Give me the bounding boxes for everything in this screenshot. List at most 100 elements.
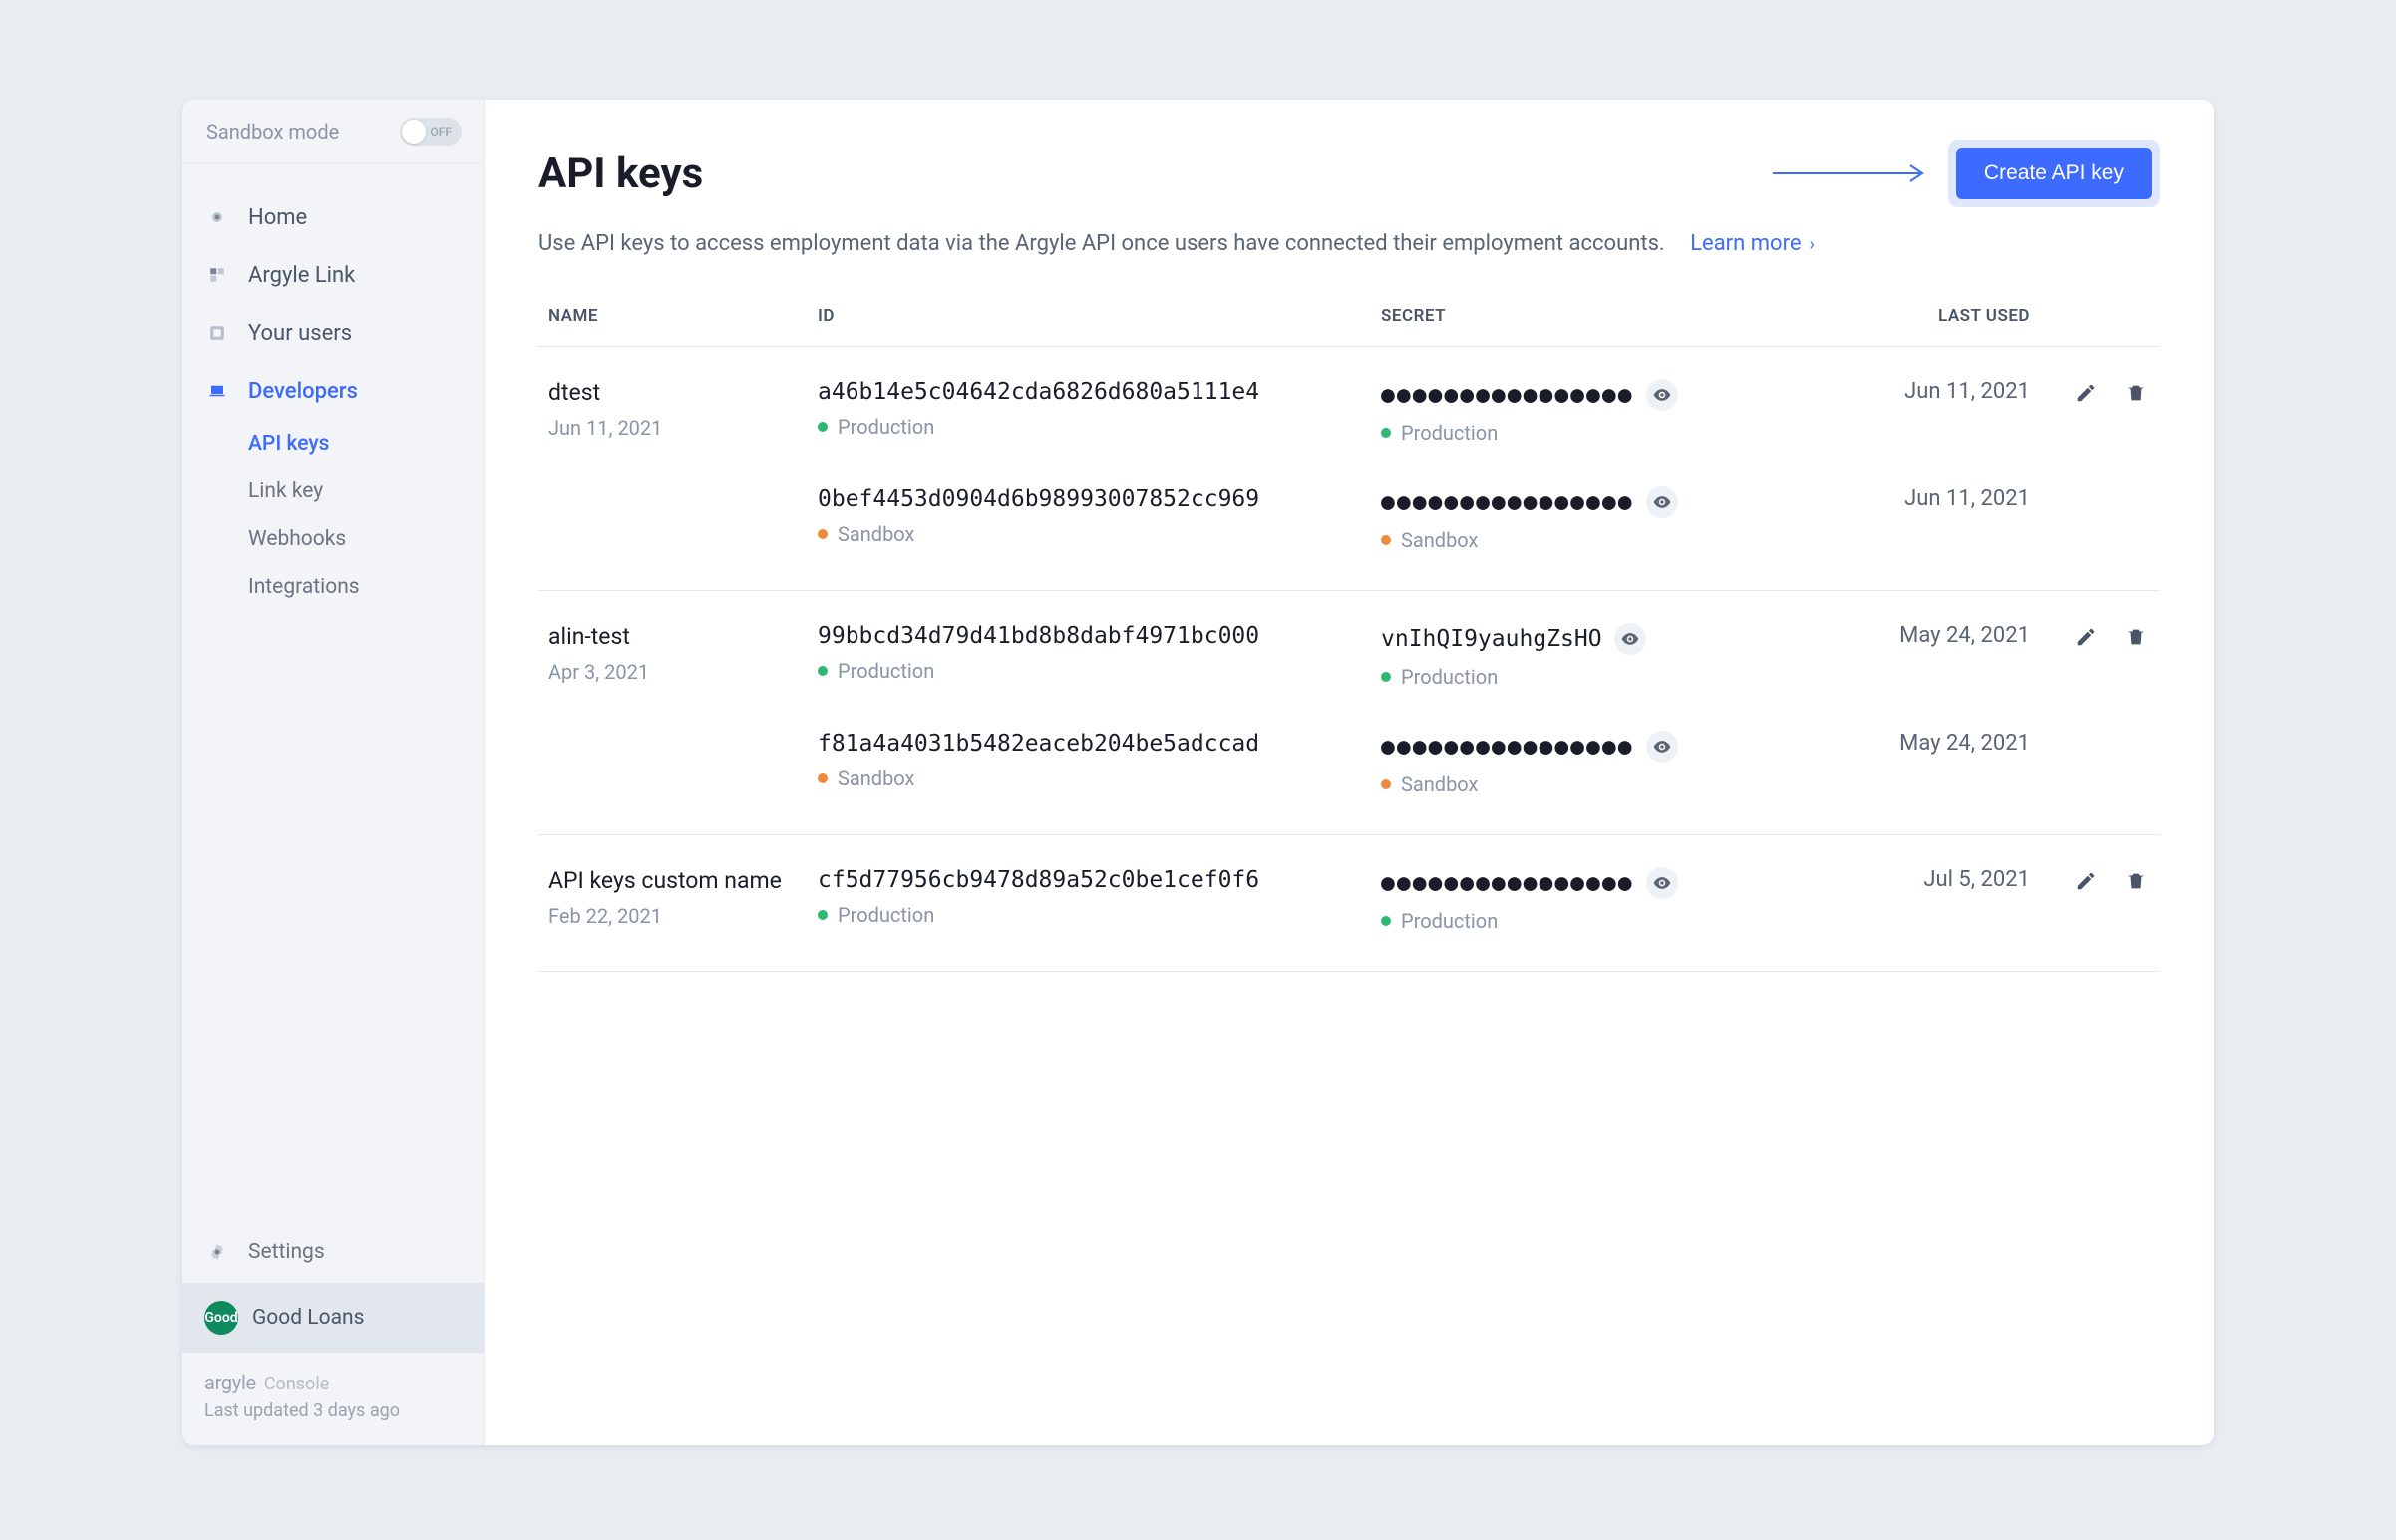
env-label: Production [838, 659, 934, 683]
reveal-secret-button[interactable] [1614, 623, 1646, 655]
subnav-item-webhooks[interactable]: Webhooks [248, 515, 484, 563]
sandbox-toggle[interactable]: OFF [400, 118, 462, 146]
secret-masked: ●●●●●●●●●●●●●●●● [1381, 489, 1634, 515]
dot-production-icon [818, 666, 828, 676]
key-id: 0bef4453d0904d6b98993007852cc969 [818, 486, 1381, 512]
key-row: API keys custom name Feb 22, 2021cf5d7795… [548, 867, 2150, 933]
nav-item-developers[interactable]: Developers [182, 362, 484, 420]
env-label: Production [1401, 421, 1498, 445]
nav-item-home[interactable]: Home [182, 188, 484, 246]
sidebar-footer: Settings Good Good Loans argyle Console … [182, 1221, 484, 1445]
key-created-date: Jun 11, 2021 [548, 416, 818, 440]
create-api-key-button[interactable]: Create API key [1956, 148, 2152, 199]
sandbox-label: Sandbox mode [206, 120, 339, 144]
key-row: 0bef4453d0904d6b98993007852cc969Sandbox●… [548, 486, 2150, 552]
main-content: API keys Create API key Use API keys to … [485, 100, 2214, 1445]
env-label: Production [1401, 909, 1498, 933]
subnav-item-integrations[interactable]: Integrations [248, 563, 484, 611]
key-group: API keys custom name Feb 22, 2021cf5d7795… [538, 835, 2160, 972]
table-header: NAME ID SECRET LAST USED [538, 306, 2160, 347]
col-secret: SECRET [1381, 306, 1894, 326]
subnav-item-link-key[interactable]: Link key [248, 467, 484, 515]
col-last-used: LAST USED [1894, 306, 2050, 326]
col-name: NAME [548, 306, 818, 326]
gear-icon [204, 1239, 230, 1265]
env-row: Production [818, 415, 1381, 439]
nav-item-users[interactable]: Your users [182, 304, 484, 362]
delete-button[interactable] [2122, 379, 2150, 407]
nav-item-argyle-link[interactable]: Argyle Link [182, 246, 484, 304]
dot-production-icon [1381, 428, 1391, 438]
env-row: Sandbox [1381, 772, 1894, 796]
env-row: Production [818, 659, 1381, 683]
nav-label: Home [248, 205, 307, 230]
env-label: Sandbox [1401, 772, 1478, 796]
create-btn-highlight: Create API key [1948, 140, 2160, 207]
reveal-secret-button[interactable] [1646, 731, 1678, 763]
nav-item-settings[interactable]: Settings [182, 1221, 484, 1283]
org-name: Good Loans [252, 1306, 364, 1330]
key-row: alin-testApr 3, 202199bbcd34d79d41bd8b8d… [548, 623, 2150, 689]
env-row: Production [818, 903, 1381, 927]
last-used: May 24, 2021 [1894, 731, 2030, 756]
chevron-right-icon: › [1810, 234, 1815, 255]
env-label: Production [838, 903, 934, 927]
users-icon [204, 320, 230, 346]
dot-production-icon [1381, 916, 1391, 926]
arrow-icon [1771, 161, 1930, 185]
dot-production-icon [1381, 672, 1391, 682]
toggle-knob [402, 120, 426, 144]
reveal-secret-button[interactable] [1646, 486, 1678, 518]
key-name: API keys custom name [548, 867, 818, 894]
brand-sub: Console [264, 1374, 329, 1394]
col-id: ID [818, 306, 1381, 326]
nav-label: Your users [248, 321, 352, 346]
secret-revealed: vnIhQI9yauhgZsHO [1381, 626, 1602, 652]
header-row: API keys Create API key [538, 140, 2160, 207]
laptop-icon [204, 378, 230, 404]
reveal-secret-button[interactable] [1646, 867, 1678, 899]
page-title: API keys [538, 150, 703, 198]
link-icon [204, 262, 230, 288]
dot-production-icon [818, 422, 828, 432]
main-nav: Home Argyle Link Your users Developers [182, 164, 484, 1221]
key-id: a46b14e5c04642cda6826d680a5111e4 [818, 379, 1381, 405]
key-name: alin-test [548, 623, 818, 650]
keys-table-body: dtestJun 11, 2021a46b14e5c04642cda6826d6… [538, 347, 2160, 972]
env-label: Sandbox [838, 522, 914, 546]
last-used: Jun 11, 2021 [1894, 486, 2030, 511]
subnav-item-api-keys[interactable]: API keys [248, 420, 484, 467]
env-row: Sandbox [1381, 528, 1894, 552]
edit-button[interactable] [2072, 867, 2100, 895]
create-wrap: Create API key [1771, 140, 2160, 207]
last-used: May 24, 2021 [1894, 623, 2030, 648]
dot-sandbox-icon [818, 529, 828, 539]
page-description-row: Use API keys to access employment data v… [538, 231, 2160, 256]
sandbox-toggle-row: Sandbox mode OFF [182, 100, 484, 164]
org-switcher[interactable]: Good Good Loans [182, 1283, 484, 1353]
key-row: f81a4a4031b5482eaceb204be5adccadSandbox●… [548, 731, 2150, 796]
nav-label: Argyle Link [248, 263, 355, 288]
key-id: cf5d77956cb9478d89a52c0be1cef0f6 [818, 867, 1381, 893]
edit-button[interactable] [2072, 623, 2100, 651]
env-row: Sandbox [818, 767, 1381, 790]
delete-button[interactable] [2122, 623, 2150, 651]
secret-masked: ●●●●●●●●●●●●●●●● [1381, 382, 1634, 408]
toggle-state: OFF [431, 125, 453, 139]
env-label: Sandbox [838, 767, 914, 790]
edit-button[interactable] [2072, 379, 2100, 407]
last-used: Jun 11, 2021 [1894, 379, 2030, 404]
dot-sandbox-icon [818, 773, 828, 783]
delete-button[interactable] [2122, 867, 2150, 895]
key-group: alin-testApr 3, 202199bbcd34d79d41bd8b8d… [538, 591, 2160, 835]
key-created-date: Feb 22, 2021 [548, 904, 818, 928]
last-updated: Last updated 3 days ago [204, 1400, 462, 1421]
env-row: Sandbox [818, 522, 1381, 546]
nav-label: Developers [248, 379, 358, 404]
env-row: Production [1381, 909, 1894, 933]
env-label: Production [838, 415, 934, 439]
learn-more-link[interactable]: Learn more› [1690, 231, 1815, 256]
last-used: Jul 5, 2021 [1894, 867, 2030, 892]
reveal-secret-button[interactable] [1646, 379, 1678, 411]
key-group: dtestJun 11, 2021a46b14e5c04642cda6826d6… [538, 347, 2160, 591]
